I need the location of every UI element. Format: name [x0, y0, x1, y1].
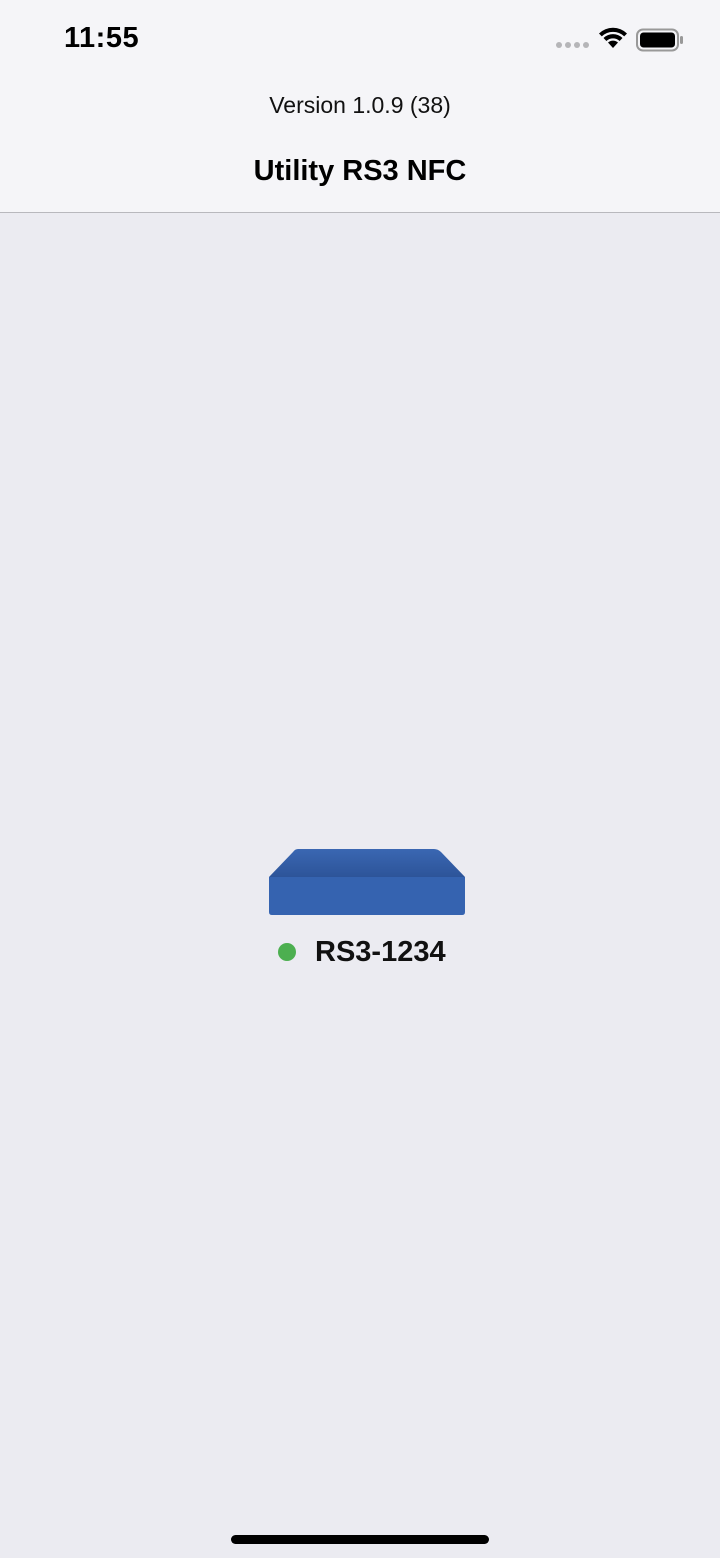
wifi-icon [599, 27, 627, 48]
home-indicator[interactable] [231, 1535, 489, 1544]
page-title: Utility RS3 NFC [253, 155, 467, 187]
device-list-item[interactable]: RS3-1234 [278, 932, 446, 972]
version-label: Version 1.0.9 (38) [269, 92, 451, 118]
device-name: RS3-1234 [315, 935, 446, 968]
router-device-icon[interactable] [268, 848, 466, 918]
status-time: 11:55 [64, 22, 140, 54]
status-indicator-dot [278, 943, 296, 961]
navigation-header: 11:55 Version 1.0.9 (38) Utility RS3 NFC [0, 0, 720, 213]
cellular-signal-icon [556, 42, 590, 50]
battery-icon [636, 28, 683, 52]
